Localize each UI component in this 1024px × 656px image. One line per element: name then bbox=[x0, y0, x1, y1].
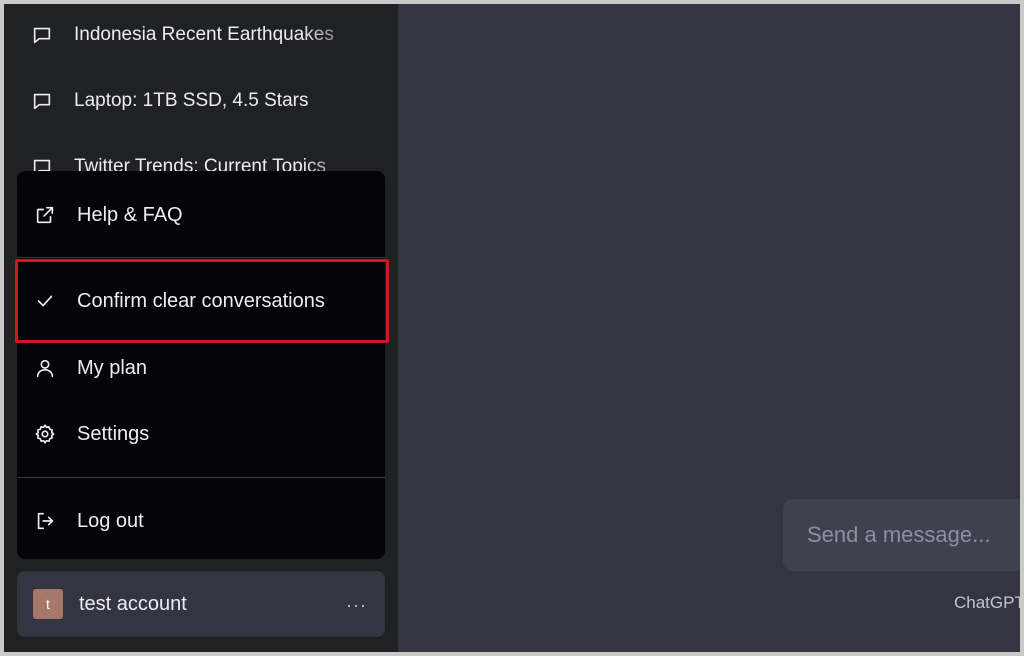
highlight-box bbox=[15, 259, 389, 343]
account-name: test account bbox=[79, 592, 187, 615]
chat-history-item[interactable]: Indonesia Recent Earthquakes bbox=[30, 18, 370, 52]
app-window: Indonesia Recent Earthquakes Laptop: 1TB… bbox=[0, 0, 1024, 656]
message-input[interactable] bbox=[807, 522, 1020, 548]
chat-history-label: Laptop: 1TB SSD, 4.5 Stars bbox=[74, 90, 309, 111]
sidebar: Indonesia Recent Earthquakes Laptop: 1TB… bbox=[4, 4, 398, 652]
account-button[interactable]: t test account ··· bbox=[17, 571, 385, 637]
avatar: t bbox=[33, 589, 63, 619]
menu-divider bbox=[17, 477, 385, 478]
message-composer[interactable] bbox=[783, 499, 1020, 571]
gear-icon bbox=[33, 422, 57, 446]
user-icon bbox=[33, 356, 57, 380]
menu-item-log-out[interactable]: Log out bbox=[33, 501, 373, 541]
chat-history-item[interactable]: Laptop: 1TB SSD, 4.5 Stars bbox=[30, 84, 370, 118]
chat-bubble-icon bbox=[30, 89, 54, 113]
more-options-icon[interactable]: ··· bbox=[346, 595, 367, 616]
menu-item-settings[interactable]: Settings bbox=[33, 414, 373, 454]
menu-divider bbox=[17, 257, 385, 258]
menu-item-label: Help & FAQ bbox=[77, 203, 183, 226]
chat-history-label: Indonesia Recent Earthquakes bbox=[74, 24, 334, 45]
menu-item-help-faq[interactable]: Help & FAQ bbox=[33, 195, 373, 235]
logout-icon bbox=[33, 509, 57, 533]
account-menu: Help & FAQ Confirm clear conversations M… bbox=[17, 171, 385, 559]
footer-text: ChatGPT bbox=[954, 593, 1024, 612]
external-link-icon bbox=[33, 203, 57, 227]
menu-item-label: My plan bbox=[77, 356, 148, 379]
menu-item-label: Settings bbox=[77, 422, 150, 445]
menu-item-label: Log out bbox=[77, 509, 144, 532]
menu-item-my-plan[interactable]: My plan bbox=[33, 348, 373, 388]
chat-bubble-icon bbox=[30, 23, 54, 47]
